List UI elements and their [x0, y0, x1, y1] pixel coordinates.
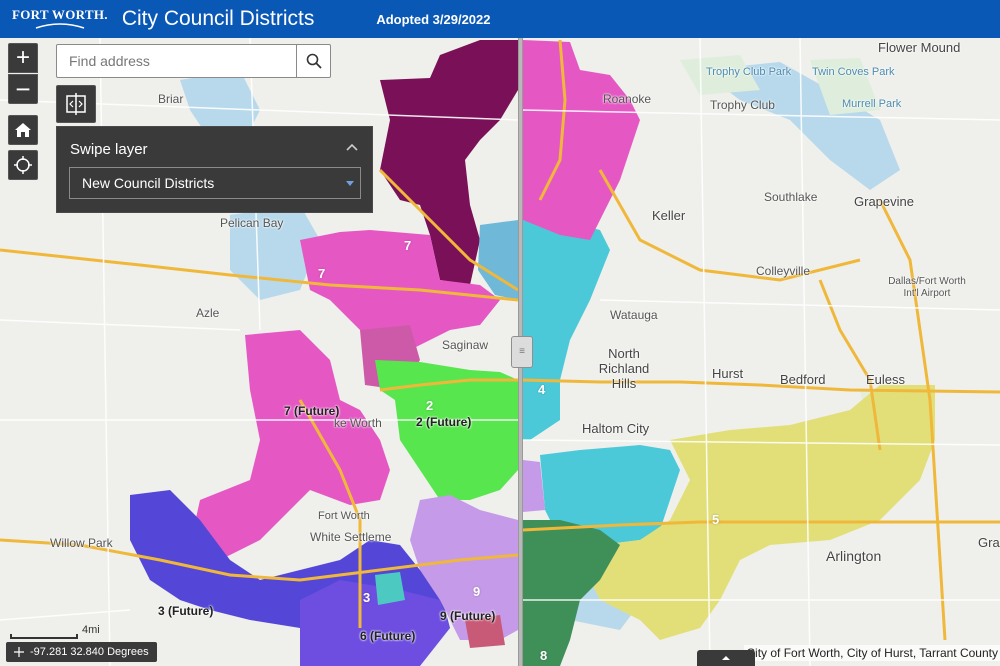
district-label-7b: 7 — [318, 266, 326, 281]
logo-swoosh-icon — [35, 23, 85, 29]
district-label-2-future: 2 (Future) — [416, 415, 472, 429]
fort-worth-logo[interactable]: FORT WORTH. — [12, 8, 108, 30]
crosshair-icon — [14, 647, 24, 657]
district-label-9: 9 — [473, 584, 481, 599]
logo-text: FORT WORTH. — [12, 7, 108, 22]
zoom-in-button[interactable]: + — [8, 43, 38, 73]
coordinate-text: -97.281 32.840 Degrees — [30, 646, 149, 658]
app-subtitle: Adopted 3/29/2022 — [376, 11, 491, 27]
swipe-icon — [66, 93, 86, 115]
home-button[interactable] — [8, 115, 38, 145]
expand-icon — [722, 656, 730, 660]
plus-icon: + — [15, 44, 30, 71]
district-label-7-future: 7 (Future) — [284, 404, 340, 418]
layer-select[interactable]: New Council Districts — [69, 167, 361, 199]
locate-button[interactable] — [8, 150, 38, 180]
zoom-out-button[interactable]: − — [8, 74, 38, 104]
district-label-6-future: 6 (Future) — [360, 629, 416, 643]
minus-icon: − — [15, 73, 31, 104]
district-label-4: 4 — [538, 382, 546, 397]
district-label-7a: 7 — [404, 238, 412, 253]
dropdown-arrow-icon — [346, 181, 354, 186]
search-input[interactable] — [57, 45, 296, 77]
search-button[interactable] — [296, 45, 330, 77]
district-3-subpolygon — [375, 572, 405, 605]
district-label-2: 2 — [426, 398, 434, 413]
handle-icon: ≡ — [519, 346, 525, 357]
district-label-8: 8 — [540, 648, 548, 663]
address-search — [56, 44, 331, 78]
scale-bar — [10, 634, 78, 639]
app-title: City Council Districts — [121, 7, 315, 30]
map-attribution: City of Fort Worth, City of Hurst, Tarra… — [744, 645, 1000, 661]
district-label-3: 3 — [363, 590, 371, 605]
layer-select-value: New Council Districts — [82, 175, 215, 191]
district-label-3-future: 3 (Future) — [158, 604, 214, 618]
swipe-handle[interactable]: ≡ — [511, 336, 533, 368]
swipe-layer-panel: Swipe layer New Council Districts — [56, 126, 373, 213]
search-icon — [306, 53, 322, 69]
swipe-toggle-button[interactable] — [56, 85, 96, 123]
chevron-up-icon[interactable] — [346, 142, 358, 152]
panel-title: Swipe layer — [70, 141, 148, 158]
locate-icon — [14, 156, 32, 174]
coordinate-readout[interactable]: -97.281 32.840 Degrees — [6, 642, 157, 662]
app-header: FORT WORTH. City Council Districts Adopt… — [0, 0, 1000, 38]
district-label-5: 5 — [712, 512, 720, 527]
home-icon — [15, 123, 31, 137]
scale-label: 4mi — [82, 624, 100, 636]
attribution-toggle[interactable] — [697, 650, 755, 666]
district-label-9-future: 9 (Future) — [440, 609, 496, 623]
